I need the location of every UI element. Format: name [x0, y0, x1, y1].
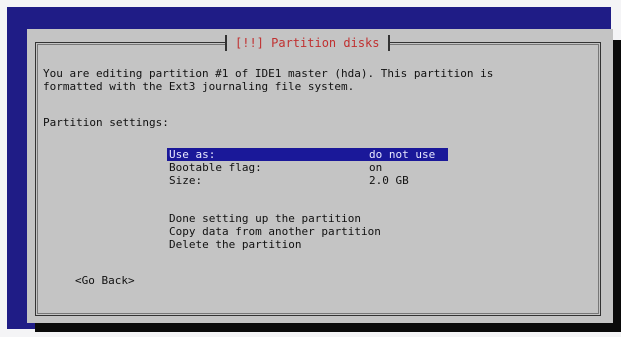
partition-dialog: [!!] Partition disks You are editing par…: [27, 29, 613, 323]
installer-screen: [!!] Partition disks You are editing par…: [7, 7, 621, 332]
setting-row-size[interactable]: Size: 2.0 GB: [167, 174, 448, 187]
setting-label: Size:: [169, 174, 203, 187]
setting-label: Bootable flag:: [169, 161, 262, 174]
settings-heading: Partition settings:: [43, 116, 169, 129]
setting-value: on: [369, 161, 383, 174]
setting-label: Use as:: [169, 148, 216, 161]
go-back-button[interactable]: <Go Back>: [75, 274, 135, 287]
dialog-title: [!!] Partition disks: [225, 35, 390, 51]
description-line-2: formatted with the Ext3 journaling file …: [43, 80, 355, 93]
setting-row-use-as[interactable]: Use as: do not use: [167, 148, 448, 161]
description-line-1: You are editing partition #1 of IDE1 mas…: [43, 67, 494, 80]
action-copy-data[interactable]: Copy data from another partition: [169, 225, 381, 238]
action-delete-partition[interactable]: Delete the partition: [169, 238, 301, 251]
action-done-setting-up[interactable]: Done setting up the partition: [169, 212, 361, 225]
setting-value: do not use: [369, 148, 436, 161]
setting-value: 2.0 GB: [369, 174, 409, 187]
setting-row-bootable-flag[interactable]: Bootable flag: on: [167, 161, 448, 174]
dialog-description: You are editing partition #1 of IDE1 mas…: [43, 67, 493, 93]
